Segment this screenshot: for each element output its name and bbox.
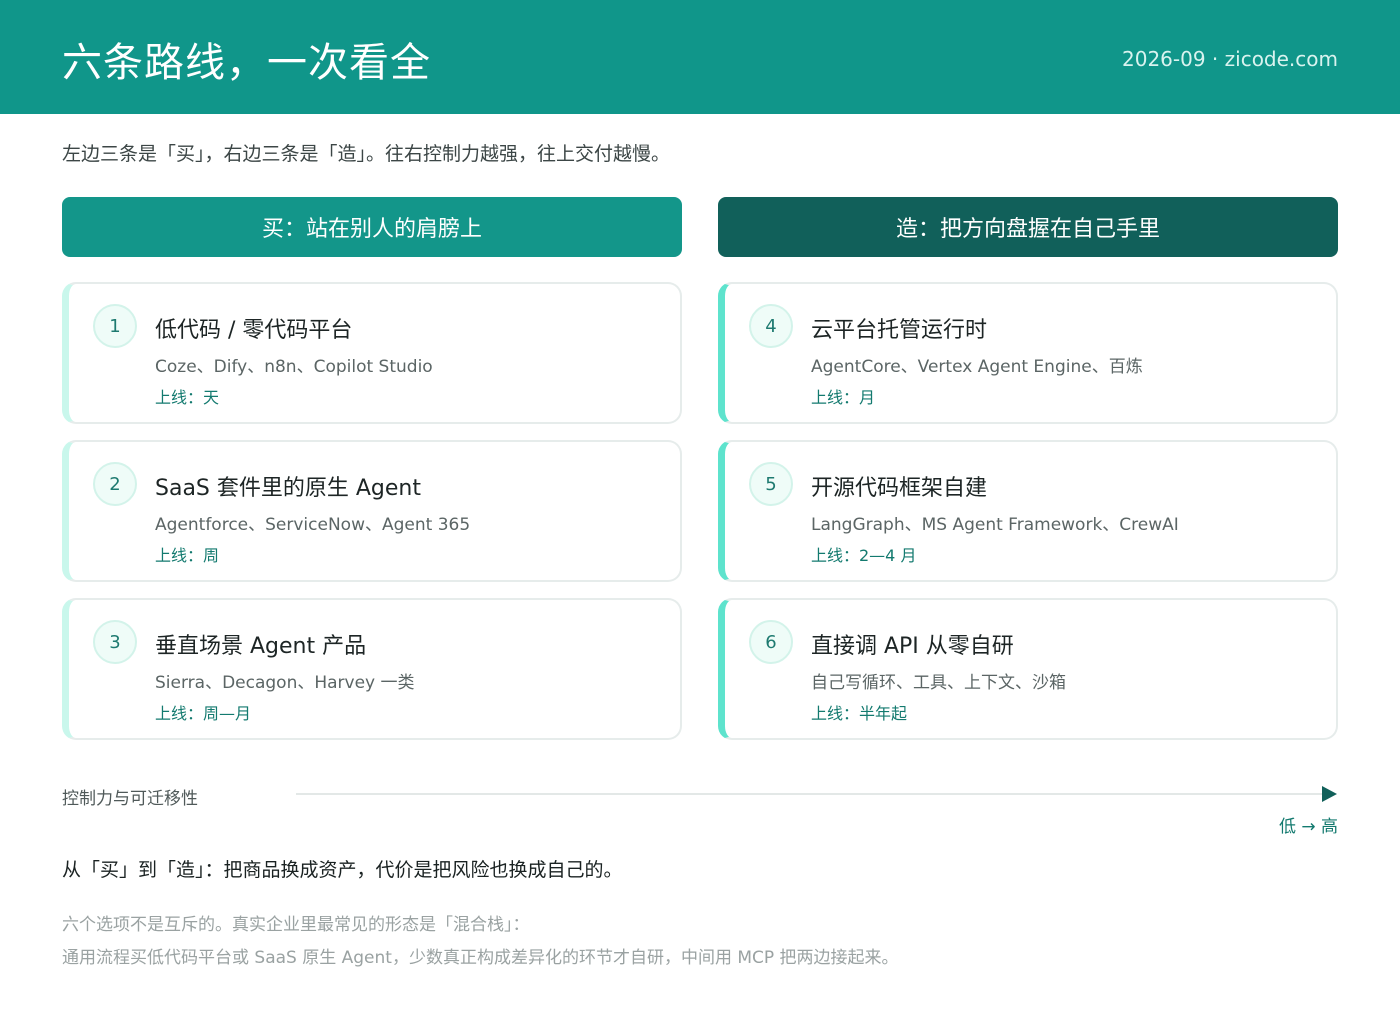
page-header: 六条路线，一次看全 2026-09 · zicode.com — [0, 0, 1400, 114]
route-number-badge: 6 — [749, 620, 793, 664]
route-number-badge: 2 — [93, 462, 137, 506]
route-examples: AgentCore、Vertex Agent Engine、百炼 — [811, 357, 1143, 377]
route-number-badge: 1 — [93, 304, 137, 348]
route-launch-time: 上线：周 — [155, 546, 220, 565]
build-column-header: 造：把方向盘握在自己手里 — [718, 197, 1338, 257]
page-title: 六条路线，一次看全 — [62, 40, 431, 86]
header-meta: 2026-09 · zicode.com — [1122, 47, 1338, 71]
axis-range-label: 低 → 高 — [1278, 817, 1338, 837]
route-card-1: 1 低代码 / 零代码平台 Coze、Dify、n8n、Copilot Stud… — [62, 282, 682, 424]
route-card-6: 6 直接调 API 从零自研 自己写循环、工具、上下文、沙箱 上线：半年起 — [718, 598, 1338, 740]
route-launch-time: 上线：月 — [811, 388, 876, 407]
buy-column-header: 买：站在别人的肩膀上 — [62, 197, 682, 257]
route-title: 低代码 / 零代码平台 — [155, 318, 353, 343]
route-examples: Coze、Dify、n8n、Copilot Studio — [155, 357, 433, 377]
footnote-line-1: 六个选项不是互斥的。真实企业里最常见的形态是「混合栈」： — [62, 915, 530, 935]
route-launch-time: 上线：2—4 月 — [811, 546, 917, 565]
route-number-badge: 4 — [749, 304, 793, 348]
route-title: 开源代码框架自建 — [811, 476, 988, 501]
route-examples: 自己写循环、工具、上下文、沙箱 — [811, 673, 1066, 693]
route-card-5: 5 开源代码框架自建 LangGraph、MS Agent Framework、… — [718, 440, 1338, 582]
route-examples: LangGraph、MS Agent Framework、CrewAI — [811, 515, 1179, 535]
route-examples: Agentforce、ServiceNow、Agent 365 — [155, 515, 471, 535]
route-launch-time: 上线：天 — [155, 388, 220, 407]
route-title: 云平台托管运行时 — [811, 318, 988, 343]
axis-arrow-icon — [1322, 786, 1337, 802]
route-title: 直接调 API 从零自研 — [811, 634, 1014, 659]
route-number-badge: 5 — [749, 462, 793, 506]
footnote-line-2: 通用流程买低代码平台或 SaaS 原生 Agent，少数真正构成差异化的环节才自… — [62, 948, 899, 968]
axis-label: 控制力与可迁移性 — [62, 789, 198, 809]
summary-text: 从「买」到「造」：把商品换成资产，代价是把风险也换成自己的。 — [62, 859, 623, 881]
route-card-3: 3 垂直场景 Agent 产品 Sierra、Decagon、Harvey 一类… — [62, 598, 682, 740]
route-launch-time: 上线：半年起 — [811, 704, 908, 723]
route-card-2: 2 SaaS 套件里的原生 Agent Agentforce、ServiceNo… — [62, 440, 682, 582]
route-launch-time: 上线：周—月 — [155, 704, 252, 723]
route-number-badge: 3 — [93, 620, 137, 664]
route-card-4: 4 云平台托管运行时 AgentCore、Vertex Agent Engine… — [718, 282, 1338, 424]
route-title: SaaS 套件里的原生 Agent — [155, 476, 421, 501]
route-examples: Sierra、Decagon、Harvey 一类 — [155, 673, 415, 693]
route-title: 垂直场景 Agent 产品 — [155, 634, 367, 659]
axis-line — [296, 793, 1322, 795]
intro-text: 左边三条是「买」，右边三条是「造」。往右控制力越强，往上交付越慢。 — [62, 143, 671, 165]
